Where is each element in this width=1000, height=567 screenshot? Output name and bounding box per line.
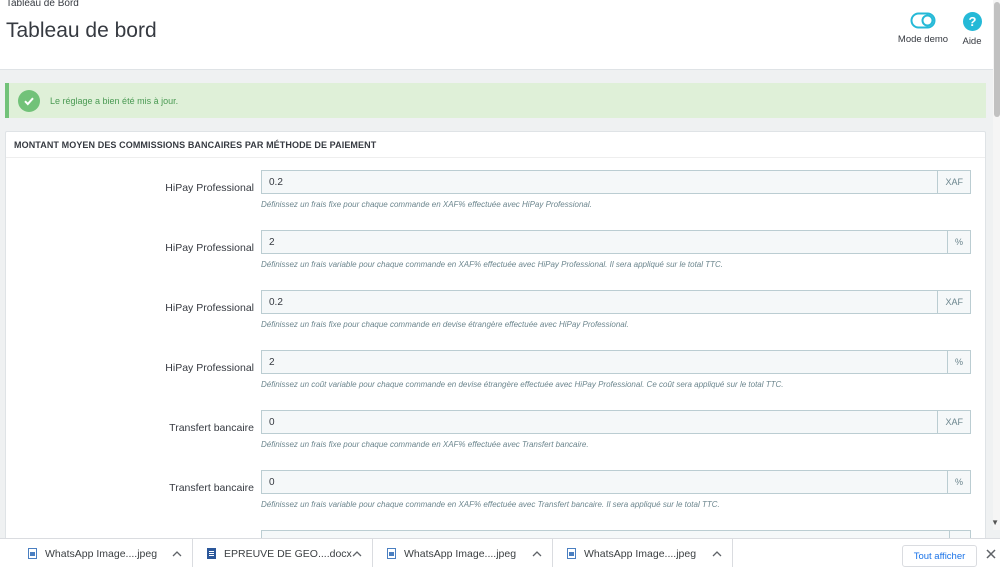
help-label: Aide (962, 36, 982, 47)
toggle-icon (910, 12, 936, 29)
chevron-up-icon[interactable] (172, 549, 182, 559)
form-row: HiPay Professional XAF Définissez un fra… (6, 290, 985, 350)
svg-text:?: ? (968, 14, 976, 29)
download-filename: WhatsApp Image....jpeg (584, 547, 697, 560)
breadcrumb[interactable]: Tableau de Bord (6, 0, 79, 9)
input-group: % (261, 230, 971, 254)
download-filename: WhatsApp Image....jpeg (45, 547, 158, 560)
input-group: XAF (261, 290, 971, 314)
percent-addon: % (946, 230, 971, 254)
close-icon[interactable] (985, 548, 997, 560)
bank-transfer-fixed-input[interactable] (261, 410, 938, 434)
percent-addon: % (946, 350, 971, 374)
variable-fee-foreign-input[interactable] (261, 350, 947, 374)
check-circle-icon (18, 89, 40, 112)
scroll-down-icon[interactable]: ▼ (991, 519, 999, 527)
success-alert: Le réglage a bien été mis à jour. (5, 83, 986, 118)
chevron-up-icon[interactable] (532, 549, 542, 559)
image-file-icon (28, 548, 37, 559)
page-header: Tableau de Bord Tableau de bord Mode dem… (0, 0, 993, 70)
show-all-downloads-button[interactable]: Tout afficher (902, 545, 977, 567)
panel-heading: MONTANT MOYEN DES COMMISSIONS BANCAIRES … (6, 132, 985, 158)
download-item[interactable]: WhatsApp Image....jpeg (0, 539, 193, 567)
variable-fee-input[interactable] (261, 230, 947, 254)
field-help-text: Définissez un frais variable pour chaque… (261, 260, 724, 269)
commissions-panel: MONTANT MOYEN DES COMMISSIONS BANCAIRES … (5, 131, 986, 551)
field-help-text: Définissez un coût variable pour chaque … (261, 380, 784, 389)
download-item[interactable]: WhatsApp Image....jpeg (373, 539, 553, 567)
downloads-bar: WhatsApp Image....jpeg EPREUVE DE GEO...… (0, 538, 1000, 567)
help-button[interactable]: ? Aide (952, 12, 992, 47)
alert-message: Le réglage a bien été mis à jour. (50, 95, 179, 106)
page-title: Tableau de bord (6, 19, 157, 42)
field-label: HiPay Professional (165, 362, 254, 374)
fixed-fee-input[interactable] (261, 170, 938, 194)
field-label: HiPay Professional (165, 242, 254, 254)
form-row: HiPay Professional % Définissez un frais… (6, 230, 985, 290)
field-help-text: Définissez un frais variable pour chaque… (261, 500, 720, 509)
page-scrollbar[interactable]: ▼ (991, 0, 1000, 530)
form-row: HiPay Professional XAF Définissez un fra… (6, 170, 985, 230)
bank-transfer-variable-input[interactable] (261, 470, 947, 494)
download-filename: EPREUVE DE GEO....docx (224, 547, 352, 560)
form-row: Transfert bancaire % Définissez un frais… (6, 470, 985, 530)
field-label: HiPay Professional (165, 182, 254, 194)
download-item[interactable]: EPREUVE DE GEO....docx (193, 539, 373, 567)
word-file-icon (207, 548, 216, 559)
download-filename: WhatsApp Image....jpeg (404, 547, 517, 560)
currency-addon: XAF (937, 170, 971, 194)
input-group: % (261, 470, 971, 494)
percent-addon: % (946, 470, 971, 494)
download-item[interactable]: WhatsApp Image....jpeg (553, 539, 733, 567)
input-group: XAF (261, 410, 971, 434)
form-row: HiPay Professional % Définissez un coût … (6, 350, 985, 410)
image-file-icon (567, 548, 576, 559)
field-help-text: Définissez un frais fixe pour chaque com… (261, 440, 589, 449)
field-help-text: Définissez un frais fixe pour chaque com… (261, 200, 592, 209)
field-label: Transfert bancaire (169, 482, 254, 494)
field-help-text: Définissez un frais fixe pour chaque com… (261, 320, 629, 329)
fixed-fee-foreign-input[interactable] (261, 290, 938, 314)
scrollbar-thumb[interactable] (994, 2, 1000, 117)
field-label: HiPay Professional (165, 302, 254, 314)
chevron-up-icon[interactable] (352, 549, 362, 559)
input-group: % (261, 350, 971, 374)
input-group: XAF (261, 170, 971, 194)
currency-addon: XAF (937, 410, 971, 434)
demo-mode-button[interactable]: Mode demo (893, 12, 953, 45)
currency-addon: XAF (937, 290, 971, 314)
image-file-icon (387, 548, 396, 559)
help-icon: ? (962, 12, 982, 31)
field-label: Transfert bancaire (169, 422, 254, 434)
demo-mode-label: Mode demo (897, 34, 949, 45)
chevron-up-icon[interactable] (712, 549, 722, 559)
form-row: Transfert bancaire XAF Définissez un fra… (6, 410, 985, 470)
